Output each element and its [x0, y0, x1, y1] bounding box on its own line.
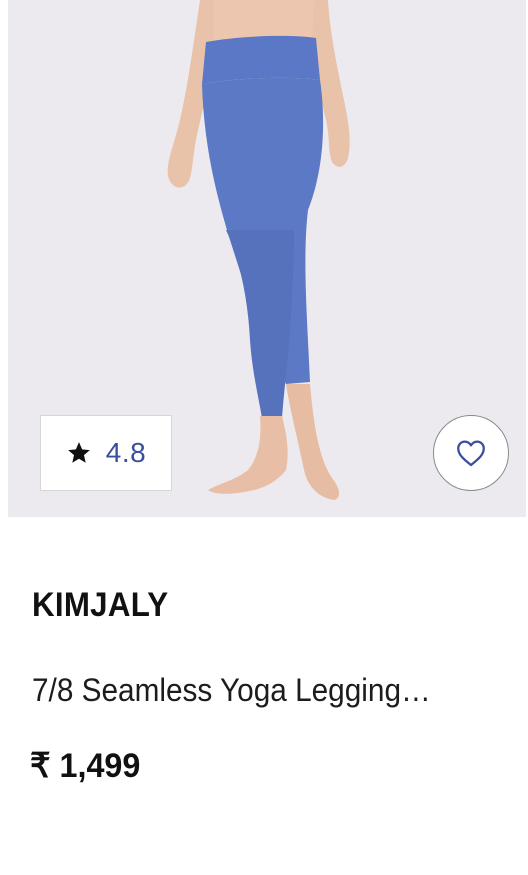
- rating-badge: 4.8: [40, 415, 172, 491]
- product-price: ₹ 1,499: [30, 747, 141, 785]
- product-image[interactable]: 4.8: [8, 0, 526, 517]
- product-title[interactable]: 7/8 Seamless Yoga Legging…: [32, 672, 478, 709]
- star-icon: [67, 442, 90, 463]
- wishlist-button[interactable]: [433, 415, 509, 491]
- brand-name: KIMJALY: [32, 586, 169, 624]
- rating-value: 4.8: [105, 437, 147, 468]
- heart-icon: [457, 440, 485, 467]
- product-card[interactable]: 4.8 KIMJALY 7/8 Seamless Yoga Legging… ₹…: [0, 0, 528, 875]
